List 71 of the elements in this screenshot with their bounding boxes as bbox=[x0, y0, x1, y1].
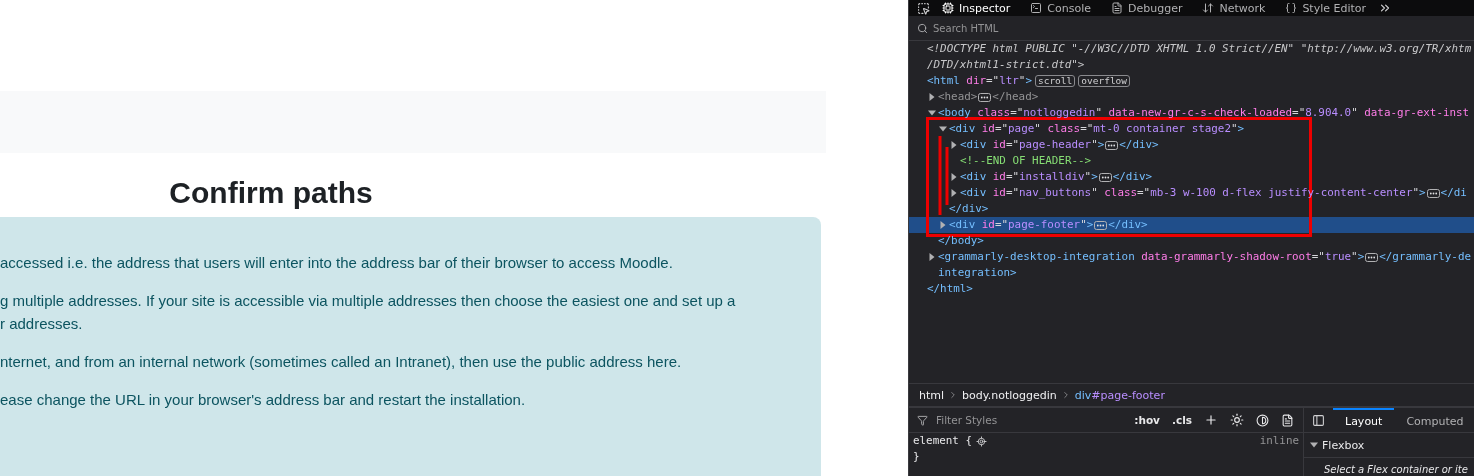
search-icon bbox=[917, 22, 928, 34]
search-html-field[interactable]: Search HTML bbox=[931, 21, 1474, 35]
expand-triangle-icon[interactable] bbox=[928, 93, 936, 101]
pseudo-class-button[interactable]: :hov bbox=[1131, 414, 1163, 426]
collapse-triangle-icon[interactable] bbox=[1310, 441, 1318, 449]
filter-icon bbox=[917, 414, 928, 426]
expand-triangle-icon[interactable] bbox=[950, 173, 958, 181]
sidebar-tab[interactable]: Computed bbox=[1394, 408, 1474, 432]
document-icon bbox=[1111, 2, 1123, 14]
flexbox-hint: Select a Flex container or ite bbox=[1323, 463, 1469, 475]
markup-line: </grammarly-de bbox=[1379, 249, 1472, 265]
markup-line: </div> bbox=[1112, 169, 1153, 185]
markup-line: </di bbox=[1440, 185, 1467, 201]
rule-source: inline bbox=[1259, 433, 1299, 449]
markup-line[interactable]: <body class="notloggedin" data-new-gr-c-s-check-loaded="8.904.0" data-gr-ext-inst bbox=[938, 105, 1470, 121]
pseudo-class-button[interactable]: .cls bbox=[1168, 414, 1195, 426]
markup-line: </div> bbox=[1119, 137, 1159, 153]
markup-line[interactable]: <div id="page-header"> bbox=[960, 137, 1105, 153]
contrast-icon-button[interactable] bbox=[1253, 413, 1272, 427]
page-heading: Confirm paths bbox=[168, 175, 374, 211]
ellipsis-badge-icon[interactable] bbox=[1094, 220, 1108, 230]
markup-line[interactable]: <div id="page" class="mt-0 container stage2"> bbox=[949, 121, 1245, 137]
expand-triangle-icon[interactable] bbox=[950, 141, 958, 149]
markup-line: </html> bbox=[927, 281, 973, 297]
devtools-tab[interactable]: Style Editor bbox=[1277, 0, 1375, 16]
doctype-text: /DTD/xhtml1-strict.dtd"> bbox=[927, 57, 1085, 73]
markup-line: </div> bbox=[949, 201, 989, 217]
rule-closing-brace: } bbox=[913, 449, 920, 465]
markup-line[interactable]: <html dir="ltr"> bbox=[927, 73, 1032, 89]
markup-line[interactable]: <grammarly-desktop-integration data-grammarly-shadow-root="true"> bbox=[938, 249, 1365, 265]
notice-paragraph: g multiple addresses. If your site is accessible via multiple addresses then choose the easiest one and set up a r addresses. bbox=[0, 291, 737, 334]
markup-line: </div> bbox=[1108, 217, 1148, 233]
breadcrumb[interactable]: div#page-footer bbox=[1074, 388, 1165, 402]
collapse-triangle-icon[interactable] bbox=[928, 109, 936, 117]
ellipsis-badge-icon[interactable] bbox=[978, 92, 992, 102]
filter-styles-field[interactable]: Filter Styles bbox=[934, 413, 1126, 427]
markup-line: </head> bbox=[992, 89, 1039, 105]
breadcrumb[interactable]: body.notloggedin bbox=[962, 388, 1057, 402]
element-picker-icon[interactable] bbox=[917, 1, 930, 15]
collapse-triangle-icon[interactable] bbox=[939, 125, 947, 133]
markup-line[interactable]: <div id="installdiv"> bbox=[960, 169, 1098, 185]
breadcrumb[interactable]: html bbox=[919, 388, 945, 402]
braces-icon bbox=[1285, 2, 1298, 14]
notice-paragraph: accessed i.e. the address that users will enter into the address bar of their browser to access Moodle. bbox=[0, 253, 674, 273]
ellipsis-badge-icon[interactable] bbox=[1105, 140, 1119, 150]
markup-line[interactable]: <head> bbox=[938, 89, 978, 105]
ellipsis-badge-icon[interactable] bbox=[1098, 172, 1112, 182]
ellipsis-badge-icon[interactable] bbox=[1426, 188, 1440, 198]
markup-badge[interactable]: overflow bbox=[1078, 75, 1131, 87]
expand-triangle-icon[interactable] bbox=[928, 253, 936, 261]
doctype-text: <!DOCTYPE html PUBLIC "-//W3C//DTD XHTML 1.0 Strict//EN" "http://www.w3.org/TR/xhtm bbox=[927, 41, 1472, 57]
markup-badge[interactable]: scroll bbox=[1034, 75, 1076, 87]
devtools-tab[interactable]: Network bbox=[1194, 0, 1274, 16]
markup-line[interactable]: <div id="page-footer"> bbox=[949, 217, 1094, 233]
rule-selector: element { bbox=[913, 433, 972, 449]
arrows-icon bbox=[1202, 2, 1215, 14]
markup-line: </body> bbox=[938, 233, 984, 249]
crosshair-icon[interactable] bbox=[976, 435, 987, 447]
section-title[interactable]: Flexbox bbox=[1322, 438, 1365, 452]
notice-paragraph: nternet, and from an internal network (sometimes called an Intranet), then use the public address here. bbox=[0, 352, 683, 372]
sidebar-tab[interactable]: Layout bbox=[1333, 408, 1395, 432]
notice-paragraph: ease change the URL in your browser's address bar and restart the installation. bbox=[0, 390, 527, 410]
terminal-icon bbox=[1030, 2, 1043, 14]
ellipsis-badge-icon[interactable] bbox=[1365, 252, 1379, 262]
markup-line: integration> bbox=[938, 265, 1017, 281]
expand-triangle-icon[interactable] bbox=[950, 189, 958, 197]
devtools-tab[interactable]: Console bbox=[1022, 0, 1099, 16]
devtools-tab[interactable]: Debugger bbox=[1103, 0, 1191, 16]
expand-triangle-icon[interactable] bbox=[939, 221, 947, 229]
devtools-tab[interactable]: Inspector bbox=[934, 0, 1019, 16]
markup-line[interactable]: <!--END OF HEADER--> bbox=[960, 153, 1092, 169]
